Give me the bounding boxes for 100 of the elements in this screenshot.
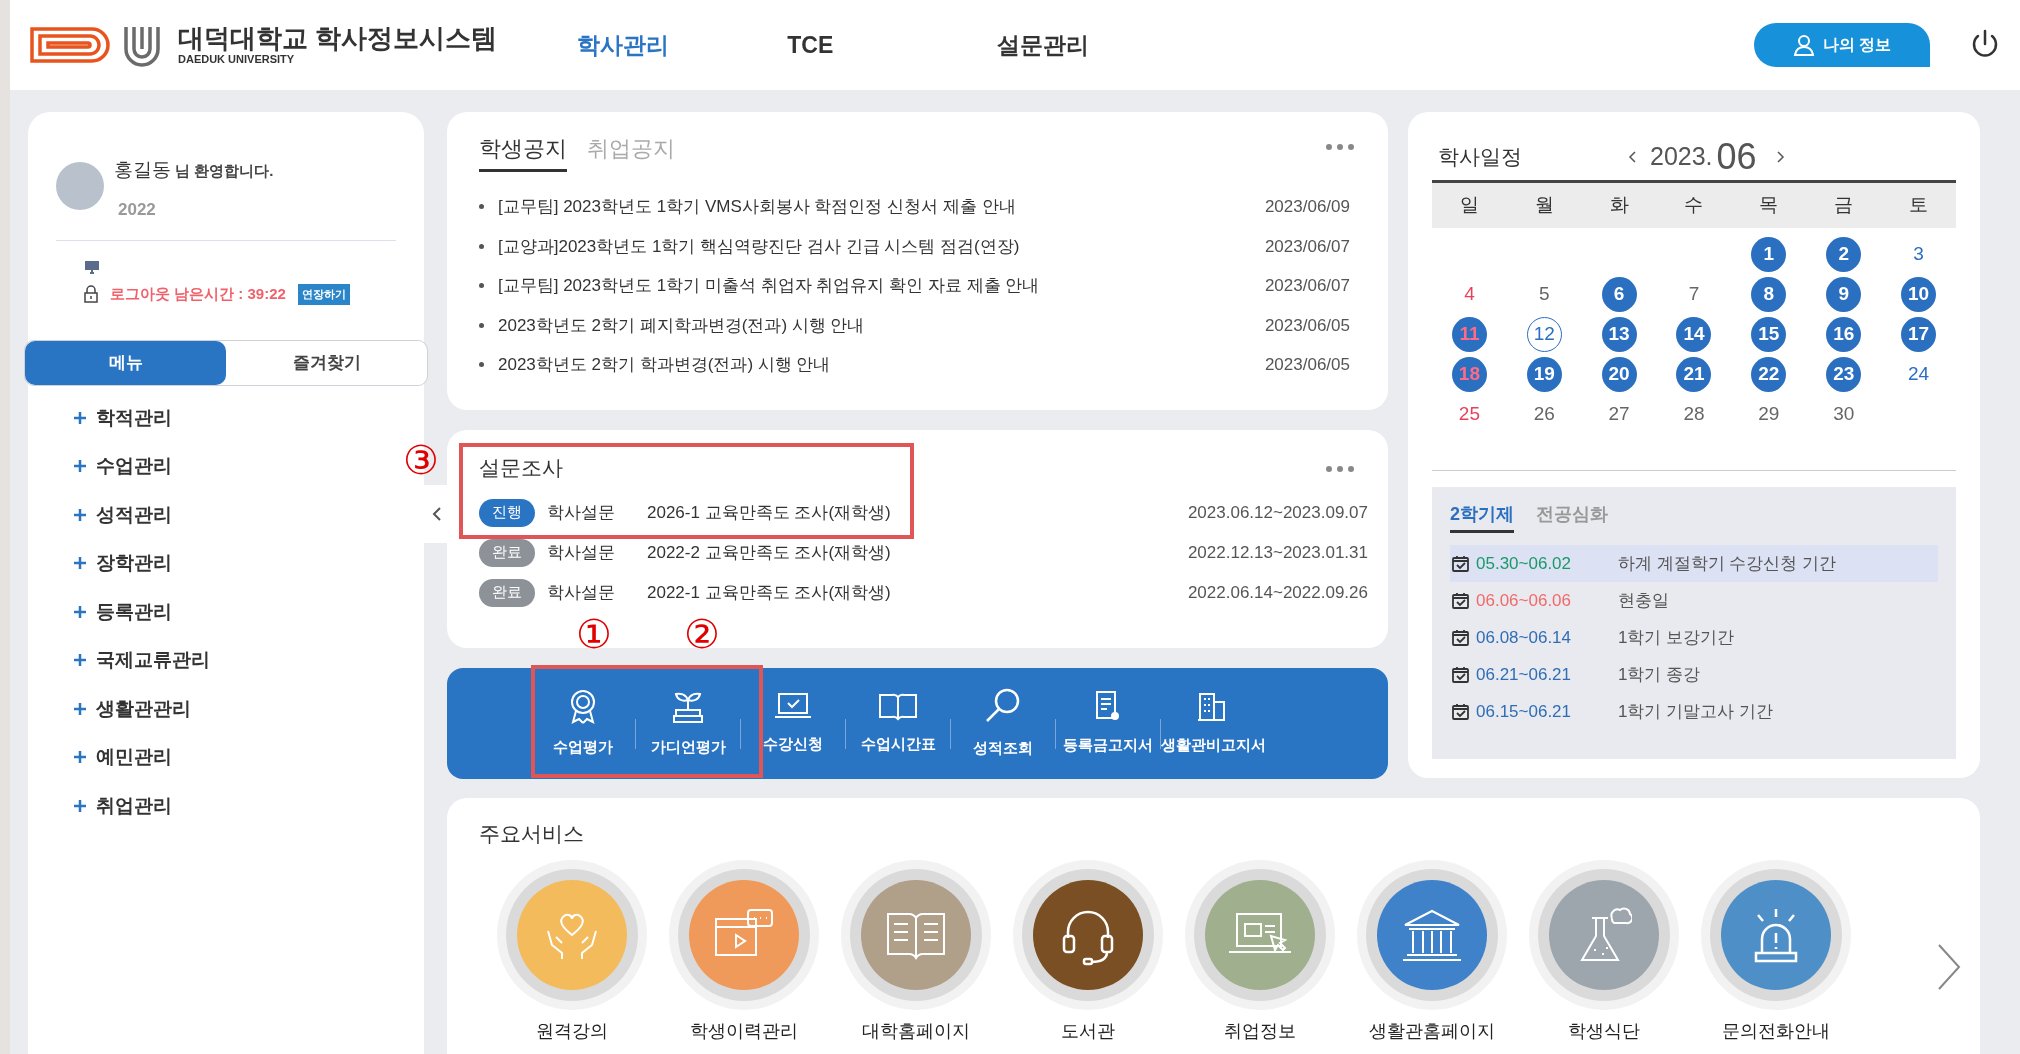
calendar-day[interactable]: 10 [1901,276,1937,312]
calendar-day[interactable]: 3 [1901,236,1937,272]
service-label[interactable]: 생활관홈페이지 [1369,1017,1495,1045]
calendar-day[interactable]: 7 [1676,276,1712,312]
quick-menu-item[interactable]: 성적조회 [951,673,1055,774]
schedule-period: 06.15~06.21 [1476,700,1572,723]
calendar-day[interactable]: 17 [1901,316,1937,352]
logout-timer: 로그아웃 남은시간 : 39:22 [110,284,286,304]
extend-button[interactable]: 연장하기 [297,284,350,305]
service-label[interactable]: 도서관 [1061,1017,1115,1045]
menu-item[interactable]: 장학관리 [96,549,172,578]
survey-category: 학사설문 [547,541,616,564]
notice-link[interactable]: [교양과]2023학년도 1학기 핵심역량진단 검사 긴급 시스템 점검(연장) [498,233,1265,259]
service-button[interactable] [1721,879,1831,990]
quick-menu-item[interactable]: 수업평가 [531,673,635,774]
weekday-label: 월 [1533,193,1555,218]
quick-menu-item[interactable]: 생활관비고지서 [1161,673,1265,774]
calendar-day[interactable]: 23 [1826,356,1862,392]
schedule-row[interactable]: 06.15~06.21 1학기 기말고사 기간 [1450,693,1938,730]
calendar-day[interactable]: 24 [1901,356,1937,392]
calendar-day[interactable]: 27 [1601,396,1637,432]
calendar-day[interactable]: 4 [1451,276,1487,312]
calendar-day[interactable]: 8 [1751,276,1787,312]
calendar-day[interactable]: 26 [1526,396,1562,432]
notice-link[interactable]: 2023학년도 2학기 폐지학과변경(전과) 시행 안내 [498,312,1265,338]
schedule-row[interactable]: 06.21~06.21 1학기 종강 [1450,656,1938,693]
calendar-day[interactable]: 28 [1676,396,1712,432]
service-label[interactable]: 취업정보 [1224,1017,1296,1045]
menu-item[interactable]: 성적관리 [96,500,172,529]
notice-date: 2023/06/07 [1264,235,1350,258]
notice-date: 2023/06/07 [1264,275,1350,297]
menu-item[interactable]: 수업관리 [96,452,172,481]
calendar-day[interactable]: 14 [1676,316,1712,352]
notice-link[interactable]: [교무팀] 2023학년도 1학기 미출석 취업자 취업유지 확인 자료 제출 안내 [498,273,1265,299]
quick-menu-item[interactable]: 가디언평가 [636,673,740,774]
service-button[interactable] [1377,879,1487,990]
service-label[interactable]: 학생식단 [1568,1017,1640,1045]
schedule-period: 06.08~06.14 [1476,626,1572,649]
menu-item[interactable]: 예민관리 [96,743,172,772]
survey-category: 학사설문 [547,581,616,604]
weekday-label: 수 [1683,193,1705,218]
quick-menu-item[interactable]: 수강신청 [741,673,845,774]
my-info-button[interactable]: 나의 정보 [1754,23,1930,67]
schedule-row[interactable]: 06.08~06.14 1학기 보강기간 [1450,619,1938,656]
service-label[interactable]: 학생이력관리 [690,1017,798,1045]
annotation-marker: ② [684,614,720,654]
menu-item[interactable]: 학적관리 [96,403,172,432]
notice-link[interactable]: [교무팀] 2023학년도 1학기 VMS사회봉사 학점인정 신청서 제출 안내 [498,194,1265,220]
site-subtitle: DAEDUK UNIVERSITY [178,54,296,65]
quick-menu-item[interactable]: 수업시간표 [846,673,950,774]
calendar-day[interactable]: 15 [1751,316,1787,352]
calendar-year: 2023. [1650,141,1713,173]
schedule-row[interactable]: 06.06~06.06 현충일 [1450,582,1938,619]
calendar-day[interactable]: 5 [1526,276,1562,312]
calendar-day[interactable]: 21 [1676,356,1712,392]
calendar-day[interactable]: 30 [1826,396,1862,432]
calendar-day[interactable]: 6 [1601,276,1637,312]
chevron-left-icon[interactable] [1628,150,1638,164]
calendar-day[interactable]: 9 [1826,276,1862,312]
calendar-day[interactable]: 19 [1526,356,1562,392]
nav-tab[interactable]: TCE [787,27,998,63]
nav-tab[interactable]: 학사관리 [577,27,788,63]
chevron-right-icon[interactable] [1936,943,1962,991]
calendar-day[interactable]: 29 [1751,396,1787,432]
sidebar-tab[interactable]: 메뉴 [25,340,226,385]
more-icon[interactable] [1326,144,1354,150]
greeting-text: 님 환영합니다. [175,161,274,181]
survey-link[interactable]: 2026-1 교육만족도 조사(재학생) [647,499,1188,526]
survey-link[interactable]: 2022-2 교육만족도 조사(재학생) [647,539,1188,566]
notice-date: 2023/06/05 [1264,314,1350,337]
menu-item[interactable]: 국제교류관리 [96,646,210,675]
menu-item[interactable]: 생활관관리 [96,694,191,723]
calendar-day[interactable]: 20 [1601,356,1637,392]
schedule-tab[interactable]: 2학기제 [1450,501,1514,533]
menu-item[interactable]: 등록관리 [96,597,172,626]
annotation-marker: ① [576,614,612,654]
calendar-day[interactable]: 25 [1451,396,1487,432]
survey-period: 2023.06.12~2023.09.07 [1187,501,1368,524]
survey-link[interactable]: 2022-1 교육만족도 조사(재학생) [647,579,1188,606]
schedule-title: 1학기 기말고사 기간 [1618,700,1773,723]
service-label[interactable]: 대학홈페이지 [862,1017,970,1045]
notice-tab[interactable]: 학생공지 [479,132,567,172]
calendar-day[interactable]: 22 [1751,356,1787,392]
service-button[interactable] [1033,879,1143,990]
notice-link[interactable]: 2023학년도 2학기 학과변경(전과) 시행 안내 [498,352,1265,378]
more-icon[interactable] [1326,466,1354,472]
calendar-day[interactable]: 2 [1826,236,1862,272]
schedule-row[interactable]: 05.30~06.02 하계 계절학기 수강신청 기간 [1450,545,1938,582]
service-label[interactable]: 문의전화안내 [1722,1017,1830,1045]
services-title: 주요서비스 [479,821,585,847]
calendar-day[interactable]: 13 [1601,316,1637,352]
schedule-title: 1학기 종강 [1618,663,1701,686]
menu-item[interactable]: 취업관리 [96,791,172,820]
calendar-month: 06 [1716,135,1757,179]
nav-tab[interactable]: 설문관리 [997,27,1208,63]
calendar-day[interactable]: 16 [1826,316,1862,352]
service-label[interactable]: 원격강의 [536,1017,608,1045]
chevron-right-icon[interactable] [1774,150,1785,164]
quick-menu-item[interactable]: 등록금고지서 [1056,673,1160,774]
calendar-day[interactable]: 1 [1751,236,1787,272]
